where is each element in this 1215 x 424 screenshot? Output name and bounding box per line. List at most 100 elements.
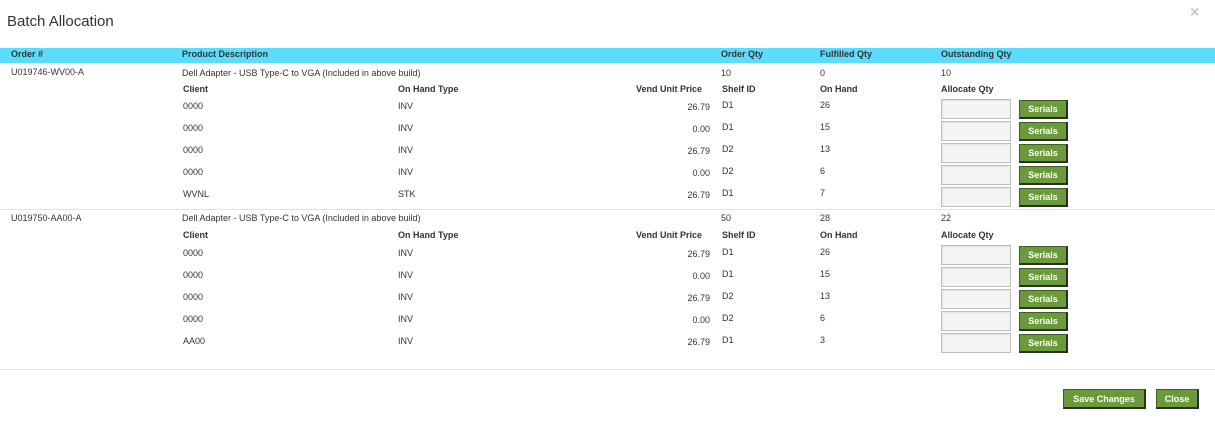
serials-button[interactable]: Serials [1019,312,1068,331]
allocate-qty-input[interactable] [941,245,1011,265]
header-outstanding-qty: Outstanding Qty [941,49,1012,59]
outstanding-qty: 10 [941,68,952,78]
cell-client: 0000 [183,167,204,177]
serials-button[interactable]: Serials [1019,100,1068,119]
cell-shelf-id: D1 [722,335,734,345]
subheader-on-hand: On Hand [820,230,858,240]
serials-button[interactable]: Serials [1019,334,1068,353]
cell-on-hand-type: INV [398,314,414,324]
subheader-vend-unit-price: Vend Unit Price [636,230,703,240]
allocate-qty-input[interactable] [941,267,1011,287]
cell-vend-price: 26.79 [687,293,710,303]
cell-on-hand: 26 [820,247,831,257]
cell-on-hand-type: INV [398,145,414,155]
subheader-vend-unit-price: Vend Unit Price [636,84,703,94]
fulfilled-qty: 28 [820,213,831,223]
cell-shelf-id: D2 [722,144,734,154]
cell-shelf-id: D2 [722,166,734,176]
cell-client: 0000 [183,270,204,280]
allocate-qty-input[interactable] [941,311,1011,331]
cell-client: AA00 [183,336,206,346]
subheader-shelf-id: Shelf ID [722,230,756,240]
header-order-qty: Order Qty [721,49,764,59]
subheader-on-hand: On Hand [820,84,858,94]
subheader-on-hand-type: On Hand Type [398,84,459,94]
cell-vend-price: 26.79 [687,190,710,200]
outstanding-qty: 22 [941,213,952,223]
close-button[interactable]: Close [1156,389,1199,409]
cell-vend-price: 0.00 [692,271,710,281]
serials-button[interactable]: Serials [1019,144,1068,163]
cell-shelf-id: D1 [722,247,734,257]
save-changes-button[interactable]: Save Changes [1063,389,1146,409]
cell-on-hand: 15 [820,122,831,132]
cell-on-hand: 6 [820,313,826,323]
allocate-qty-input[interactable] [941,143,1011,163]
fulfilled-qty: 0 [820,68,826,78]
product-description: Dell Adapter - USB Type-C to VGA (Includ… [182,213,421,223]
cell-on-hand: 3 [820,335,826,345]
allocate-qty-input[interactable] [941,187,1011,207]
cell-on-hand-type: INV [398,167,414,177]
subheader-on-hand-type: On Hand Type [398,230,459,240]
cell-vend-price: 0.00 [692,124,710,134]
order-block: U019746-WV00-A Dell Adapter - USB Type-C… [0,63,1215,210]
allocate-qty-input[interactable] [941,289,1011,309]
product-description: Dell Adapter - USB Type-C to VGA (Includ… [182,68,421,78]
order-block: U019750-AA00-A Dell Adapter - USB Type-C… [0,210,1215,370]
cell-shelf-id: D1 [722,122,734,132]
header-order: Order # [11,49,44,59]
cell-client: 0000 [183,292,204,302]
table-header: Order # Product Description Order Qty Fu… [0,48,1215,63]
serials-button[interactable]: Serials [1019,122,1068,141]
cell-on-hand: 26 [820,100,831,110]
close-icon[interactable]: × [1190,5,1199,21]
cell-shelf-id: D2 [722,313,734,323]
cell-vend-price: 26.79 [687,249,710,259]
order-number: U019750-AA00-A [11,213,82,223]
cell-client: 0000 [183,314,204,324]
cell-client: 0000 [183,123,204,133]
cell-on-hand: 13 [820,144,831,154]
cell-vend-price: 0.00 [692,168,710,178]
subheader-shelf-id: Shelf ID [722,84,756,94]
cell-on-hand-type: INV [398,270,414,280]
serials-button[interactable]: Serials [1019,188,1068,207]
cell-shelf-id: D1 [722,188,734,198]
serials-button[interactable]: Serials [1019,246,1068,265]
cell-on-hand: 15 [820,269,831,279]
cell-client: 0000 [183,101,204,111]
cell-on-hand-type: STK [398,189,416,199]
subheader-allocate-qty: Allocate Qty [941,84,994,94]
cell-vend-price: 26.79 [687,337,710,347]
cell-vend-price: 26.79 [687,146,710,156]
cell-on-hand-type: INV [398,101,414,111]
cell-client: WVNL [183,189,210,199]
allocate-qty-input[interactable] [941,165,1011,185]
cell-shelf-id: D1 [722,100,734,110]
header-product: Product Description [182,49,269,59]
allocate-qty-input[interactable] [941,333,1011,353]
serials-button[interactable]: Serials [1019,290,1068,309]
allocate-qty-input[interactable] [941,99,1011,119]
subheader-client: Client [183,230,209,240]
order-qty: 10 [721,68,732,78]
allocate-qty-input[interactable] [941,121,1011,141]
header-fulfilled-qty: Fulfilled Qty [820,49,873,59]
order-qty: 50 [721,213,732,223]
cell-shelf-id: D2 [722,291,734,301]
cell-on-hand: 7 [820,188,826,198]
serials-button[interactable]: Serials [1019,166,1068,185]
cell-vend-price: 26.79 [687,102,710,112]
cell-on-hand-type: INV [398,248,414,258]
cell-on-hand-type: INV [398,336,414,346]
modal-title: Batch Allocation [7,13,114,30]
subheader-allocate-qty: Allocate Qty [941,230,994,240]
cell-on-hand-type: INV [398,292,414,302]
cell-on-hand: 6 [820,166,826,176]
serials-button[interactable]: Serials [1019,268,1068,287]
cell-vend-price: 0.00 [692,315,710,325]
subheader-client: Client [183,84,209,94]
cell-client: 0000 [183,145,204,155]
order-number: U019746-WV00-A [11,67,85,77]
